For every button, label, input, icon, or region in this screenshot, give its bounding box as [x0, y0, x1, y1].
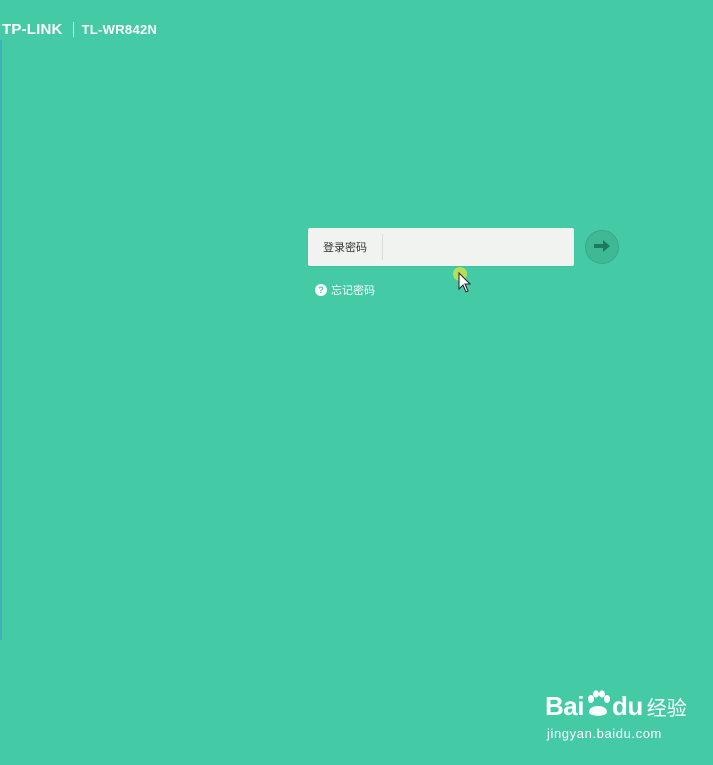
baidu-jingyan-watermark: Bai du 经验 jingyan.baidu.com	[545, 688, 705, 741]
mouse-pointer-icon	[458, 271, 472, 298]
watermark-bai: Bai	[545, 690, 584, 721]
watermark-url: jingyan.baidu.com	[547, 726, 662, 741]
watermark-jingyan: 经验	[646, 695, 687, 720]
forgot-password-label: 忘记密码	[331, 284, 375, 297]
header-divider	[72, 21, 74, 37]
brand-logo: TP-LINK	[2, 20, 63, 38]
header: TP-LINK TL-WR842N	[2, 18, 157, 40]
arrow-right-icon	[593, 238, 611, 257]
login-submit-button[interactable]	[585, 230, 619, 264]
watermark-du: du	[611, 690, 643, 721]
window-edge	[0, 40, 2, 640]
password-input[interactable]	[383, 228, 574, 266]
login-form: 登录密码	[308, 228, 574, 266]
paw-icon	[585, 690, 611, 722]
help-circle-icon: ?	[315, 284, 327, 296]
forgot-password-link[interactable]: ? 忘记密码	[315, 282, 375, 298]
password-label: 登录密码	[323, 241, 367, 254]
model-name: TL-WR842N	[81, 21, 158, 37]
